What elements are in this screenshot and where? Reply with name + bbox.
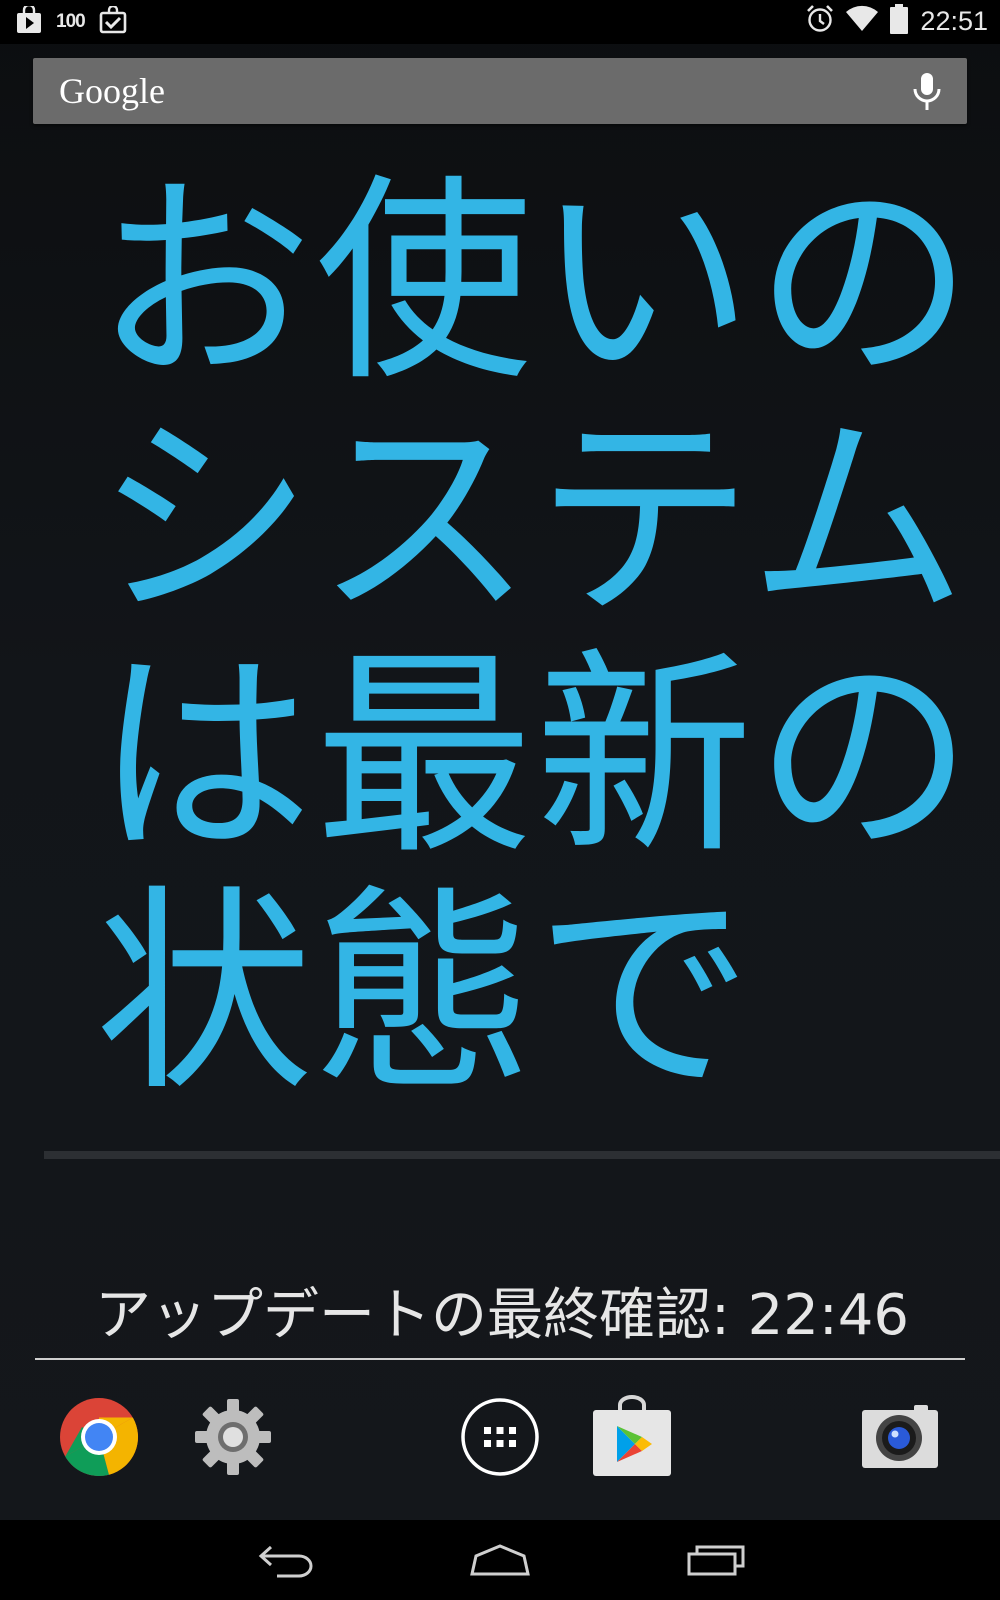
widget-divider xyxy=(44,1151,1000,1159)
dock xyxy=(0,1395,1000,1495)
home-icon[interactable] xyxy=(460,1534,540,1586)
camera-icon[interactable] xyxy=(858,1395,942,1479)
dock-divider xyxy=(35,1358,965,1360)
last-check-time: アップデートの最終確認: 22:46 xyxy=(95,1283,910,1348)
update-status-message: お使いのシステムは最新の状態です。 xyxy=(95,157,975,1130)
play-store-icon[interactable] xyxy=(590,1395,674,1479)
app-drawer-icon[interactable] xyxy=(458,1395,542,1479)
chrome-icon[interactable] xyxy=(57,1395,141,1479)
update-widget: お使いのシステムは最新の状態です。 xyxy=(0,0,1000,1130)
settings-icon[interactable] xyxy=(191,1395,275,1479)
recents-icon[interactable] xyxy=(677,1534,757,1586)
navigation-bar xyxy=(0,1520,1000,1600)
back-icon[interactable] xyxy=(246,1534,326,1586)
